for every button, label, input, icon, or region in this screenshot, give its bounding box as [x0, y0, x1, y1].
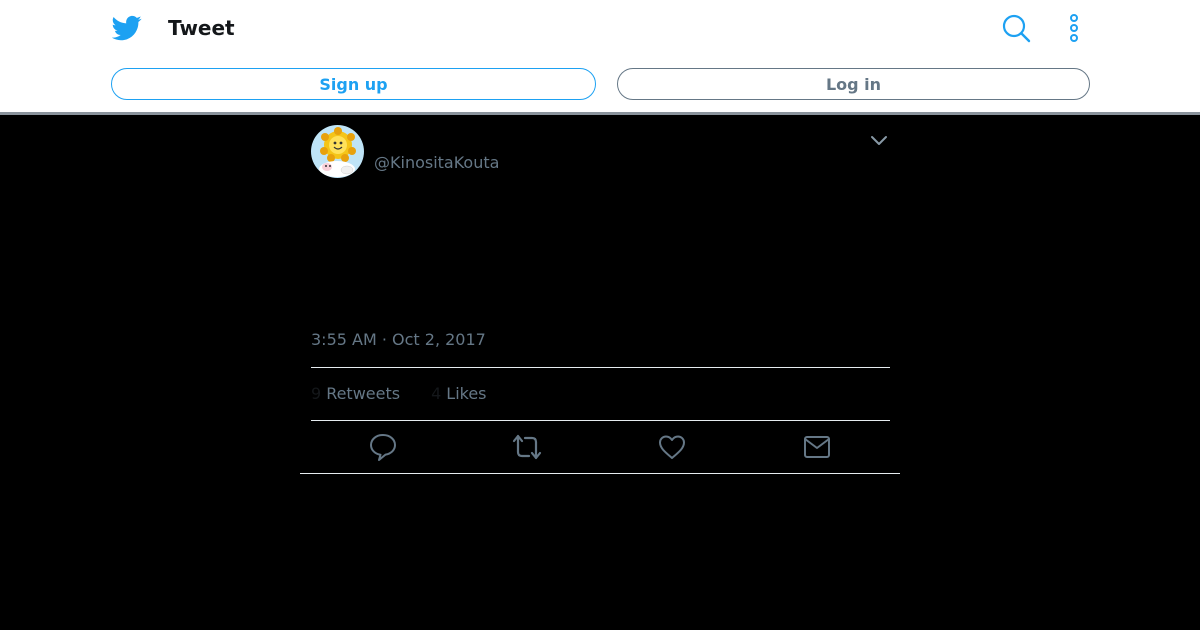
divider: [311, 420, 890, 421]
tweet-card: @KinositaKouta 3:55 AM · Oct 2, 2017 9 R…: [300, 115, 900, 474]
likes-count: 4: [431, 384, 442, 403]
signup-button[interactable]: Sign up: [111, 68, 596, 100]
heart-icon[interactable]: [657, 432, 687, 462]
retweet-icon[interactable]: [512, 432, 542, 462]
likes-label: Likes: [446, 384, 487, 403]
chevron-down-icon[interactable]: [868, 133, 890, 147]
retweets-count: 9: [311, 384, 322, 403]
likes-stat[interactable]: 4 Likes: [431, 384, 486, 404]
login-button[interactable]: Log in: [617, 68, 1090, 100]
tweet-stats: 9 Retweets 4 Likes: [311, 384, 487, 404]
retweets-stat[interactable]: 9 Retweets: [311, 384, 400, 404]
top-header: Tweet Sign up Log in: [0, 0, 1200, 112]
retweets-label: Retweets: [326, 384, 401, 403]
twitter-bird-icon[interactable]: [112, 13, 142, 43]
avatar[interactable]: [311, 125, 364, 178]
envelope-icon[interactable]: [802, 432, 832, 462]
divider: [300, 473, 900, 474]
search-icon[interactable]: [1000, 12, 1032, 44]
reply-icon[interactable]: [368, 432, 398, 462]
tweet-timestamp[interactable]: 3:55 AM · Oct 2, 2017: [311, 330, 486, 350]
more-vertical-icon[interactable]: [1062, 12, 1086, 44]
user-handle[interactable]: @KinositaKouta: [374, 153, 499, 173]
divider: [311, 367, 890, 368]
page-title: Tweet: [168, 16, 235, 40]
